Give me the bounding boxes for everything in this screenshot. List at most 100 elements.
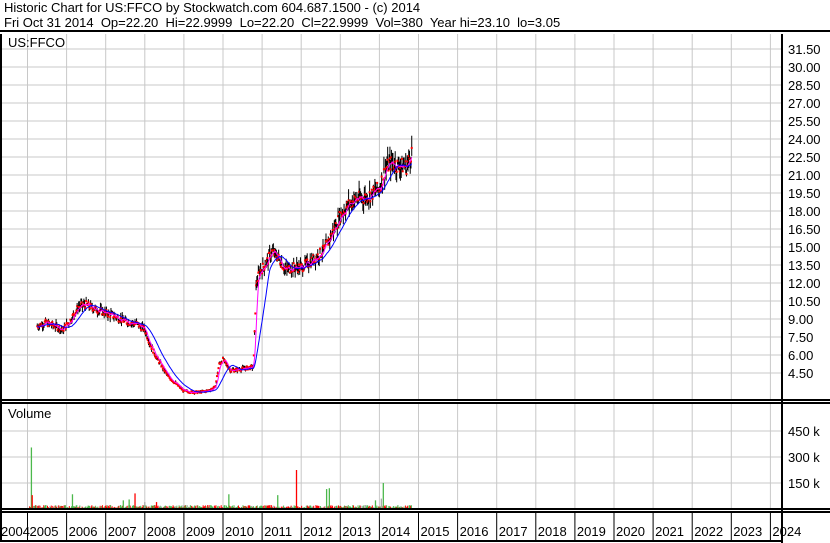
close-mark: [404, 160, 407, 163]
close-mark: [80, 301, 83, 304]
close-mark: [347, 199, 350, 202]
price-tick-label: 24.00: [788, 132, 821, 147]
close-mark: [46, 325, 49, 328]
year-tick-label: 2011: [264, 524, 292, 539]
grid: [0, 34, 782, 509]
price-tick-label: 31.50: [788, 42, 821, 57]
year-tick-label: 2012: [303, 524, 332, 539]
year-tick-label: 2020: [616, 524, 645, 539]
price-tick-label: 13.50: [788, 258, 821, 273]
close-mark: [318, 247, 321, 250]
close-mark: [88, 307, 91, 310]
close-mark: [85, 299, 88, 302]
close-mark: [292, 262, 295, 265]
volume-tick-label: 300 k: [788, 450, 820, 465]
close-mark: [306, 258, 309, 261]
close-mark: [298, 268, 301, 271]
price-tick-label: 21.00: [788, 168, 821, 183]
close-mark: [362, 202, 365, 205]
close-mark: [51, 321, 54, 324]
close-mark: [405, 172, 408, 175]
year-tick-label: 2024: [772, 524, 801, 539]
close-mark: [268, 251, 271, 254]
close-mark: [408, 157, 411, 160]
price-tick-label: 25.50: [788, 114, 821, 129]
year-tick-label: 2015: [421, 524, 450, 539]
close-mark: [410, 146, 413, 149]
price-tick-label: 19.50: [788, 186, 821, 201]
close-mark: [140, 328, 143, 331]
close-mark: [256, 279, 259, 282]
close-mark: [395, 170, 398, 173]
close-mark: [217, 367, 220, 370]
year-tick-label: 2004: [1, 524, 30, 539]
year-tick-label: 2009: [186, 524, 215, 539]
close-mark: [44, 318, 47, 321]
year-tick-label: 2005: [30, 524, 59, 539]
close-mark: [376, 181, 379, 184]
price-tick-label: 4.50: [788, 366, 813, 381]
price-tick-label: 12.00: [788, 276, 821, 291]
price-tick-label: 7.50: [788, 330, 813, 345]
price-tick-label: 18.00: [788, 204, 821, 219]
close-mark: [62, 329, 65, 332]
close-mark: [334, 222, 337, 225]
year-tick-label: 2019: [577, 524, 606, 539]
year-tick-label: 2018: [538, 524, 567, 539]
close-mark: [327, 243, 330, 246]
close-mark: [87, 301, 90, 304]
year-tick-label: 2017: [499, 524, 528, 539]
close-mark: [216, 372, 219, 375]
volume-label: Volume: [8, 406, 51, 421]
price-tick-label: 15.00: [788, 240, 821, 255]
price-tick-label: 30.00: [788, 60, 821, 75]
year-tick-label: 2013: [342, 524, 371, 539]
axis-labels: 31.50 30.00 28.50 27.00 25.50 24.00 22.50 21.00…: [1, 42, 821, 539]
year-tick-label: 2021: [655, 524, 684, 539]
symbol-label: US:FFCO: [8, 35, 65, 50]
price-tick-label: 27.00: [788, 96, 821, 111]
year-tick-label: 2022: [694, 524, 723, 539]
close-mark: [369, 200, 372, 203]
close-mark: [370, 188, 373, 191]
close-mark: [106, 315, 109, 318]
close-mark: [331, 228, 334, 231]
close-mark: [215, 375, 218, 378]
year-tick-label: 2023: [733, 524, 762, 539]
close-mark: [401, 170, 404, 173]
close-mark: [261, 262, 264, 265]
year-tick-label: 2014: [381, 524, 410, 539]
close-mark: [316, 253, 319, 256]
year-tick-label: 2008: [147, 524, 176, 539]
close-mark: [64, 323, 67, 326]
price-tick-label: 22.50: [788, 150, 821, 165]
price-tick-label: 9.00: [788, 312, 813, 327]
price-tick-label: 6.00: [788, 348, 813, 363]
close-mark: [394, 160, 397, 163]
year-tick-label: 2016: [460, 524, 489, 539]
stock-chart: 31.50 30.00 28.50 27.00 25.50 24.00 22.50 21.00…: [0, 34, 830, 543]
close-mark: [266, 256, 269, 259]
close-mark: [152, 351, 155, 354]
price-tick-label: 28.50: [788, 78, 821, 93]
close-mark: [254, 312, 257, 315]
volume-tick-label: 450 k: [788, 424, 820, 439]
price-tick-label: 10.50: [788, 294, 821, 309]
volume-tick-label: 150 k: [788, 476, 820, 491]
close-mark: [386, 158, 389, 161]
price-tick-label: 16.50: [788, 222, 821, 237]
close-mark: [103, 313, 106, 316]
close-mark: [400, 157, 403, 160]
year-tick-label: 2010: [225, 524, 254, 539]
chart-frame: [0, 34, 830, 543]
close-mark: [389, 168, 392, 171]
close-mark: [109, 316, 112, 319]
close-mark: [380, 175, 383, 178]
year-tick-label: 2007: [108, 524, 137, 539]
close-mark: [387, 169, 390, 172]
close-mark: [372, 185, 375, 188]
close-mark: [253, 330, 256, 333]
close-mark: [150, 347, 153, 350]
year-tick-label: 2006: [69, 524, 98, 539]
close-mark: [153, 353, 156, 356]
